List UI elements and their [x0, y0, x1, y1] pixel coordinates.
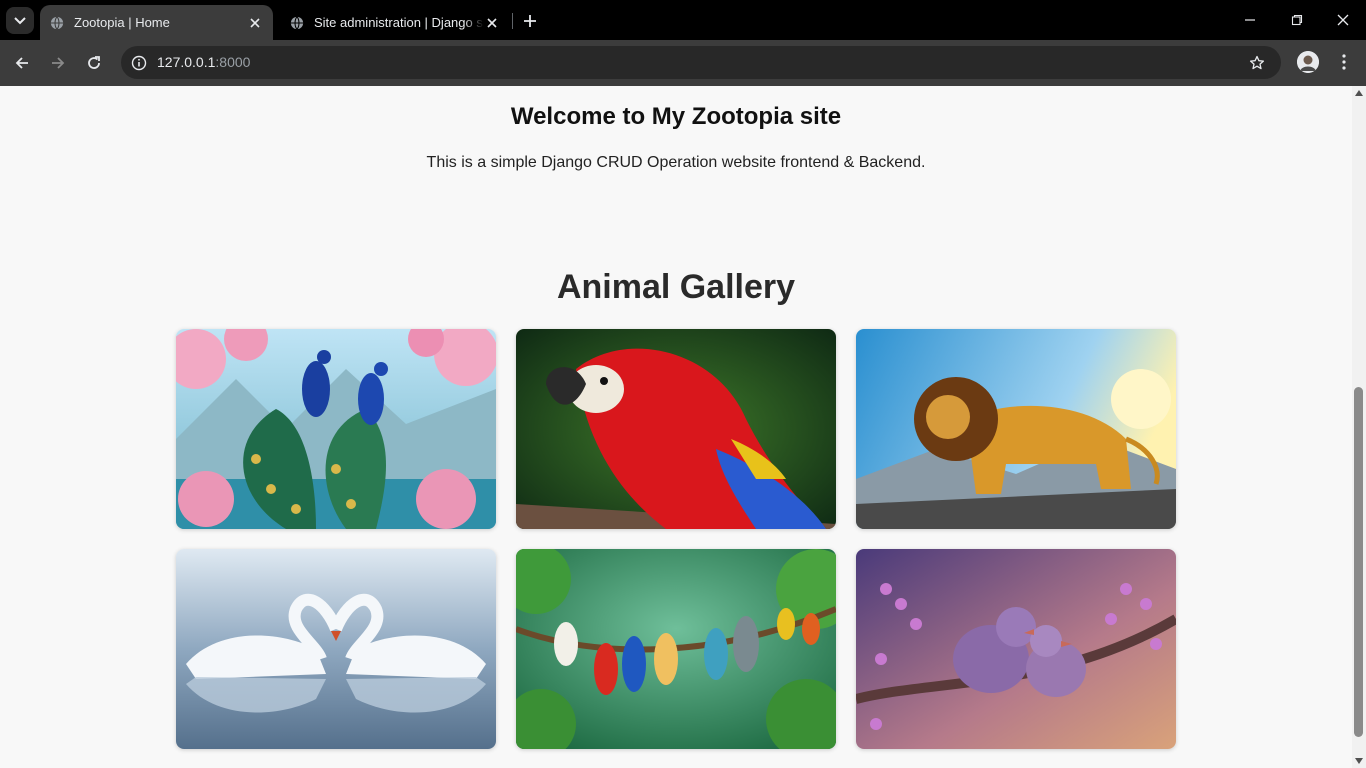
- bookmark-star-icon: [1249, 55, 1265, 70]
- peacock-pair-image: [176, 329, 496, 529]
- tab-strip: Zootopia | Home Site administration | Dj…: [0, 0, 1366, 40]
- profile-avatar[interactable]: [1297, 51, 1319, 73]
- gallery-card-peacocks[interactable]: [176, 329, 496, 529]
- scroll-up-arrow-icon[interactable]: [1355, 90, 1363, 96]
- new-tab-button[interactable]: [518, 9, 542, 33]
- close-tab-button[interactable]: [247, 15, 263, 31]
- url-text: 127.0.0.1:8000: [157, 54, 250, 70]
- address-bar[interactable]: 127.0.0.1:8000: [121, 46, 1281, 79]
- close-icon: [487, 17, 497, 28]
- browser-menu-button[interactable]: [1333, 51, 1355, 73]
- url-port: :8000: [215, 54, 251, 70]
- lovebirds-image: [856, 549, 1176, 749]
- site-info-icon: [131, 55, 146, 70]
- restore-icon: [1291, 14, 1303, 26]
- back-icon: [15, 57, 28, 69]
- chevron-down-icon: [14, 16, 26, 24]
- welcome-heading: Welcome to My Zootopia site: [510, 103, 842, 130]
- gallery-card-macaw[interactable]: [516, 329, 836, 529]
- site-info-button[interactable]: [129, 53, 148, 72]
- close-tab-button[interactable]: [484, 15, 500, 31]
- window-close-button[interactable]: [1331, 8, 1355, 32]
- page-scrollbar[interactable]: [1352, 86, 1366, 768]
- scrollbar-thumb[interactable]: [1354, 387, 1363, 737]
- minimize-button[interactable]: [1238, 8, 1262, 32]
- tab-title: Zootopia | Home: [74, 15, 170, 30]
- profile-icon: [1297, 51, 1319, 73]
- back-button[interactable]: [9, 50, 35, 76]
- browser-toolbar: 127.0.0.1:8000: [0, 40, 1366, 86]
- reload-button[interactable]: [81, 50, 107, 76]
- intro-text: This is a simple Django CRUD Operation w…: [426, 154, 926, 171]
- tab-title: Site administration | Django site admin: [314, 15, 484, 30]
- tab-site-administration[interactable]: Site administration | Django site admin: [280, 5, 510, 40]
- gallery-card-swans[interactable]: [176, 549, 496, 749]
- swans-heart-image: [176, 549, 496, 749]
- forward-button[interactable]: [45, 50, 71, 76]
- window-close-icon: [1337, 14, 1349, 26]
- tab-divider: [512, 13, 513, 29]
- globe-icon: [50, 16, 64, 29]
- kebab-menu-icon: [1342, 54, 1346, 70]
- close-icon: [250, 17, 260, 28]
- gallery-heading: Animal Gallery: [556, 268, 796, 306]
- gallery-card-lion[interactable]: [856, 329, 1176, 529]
- restore-button[interactable]: [1285, 8, 1309, 32]
- globe-icon: [290, 16, 304, 29]
- url-host: 127.0.0.1: [157, 54, 216, 70]
- lion-image: [856, 329, 1176, 529]
- reload-icon: [88, 56, 100, 69]
- tab-search-button[interactable]: [6, 7, 34, 34]
- gallery-card-parrots[interactable]: [516, 549, 836, 749]
- gallery-card-lovebirds[interactable]: [856, 549, 1176, 749]
- scroll-down-arrow-icon[interactable]: [1355, 758, 1363, 764]
- parrots-on-branch-image: [516, 549, 836, 749]
- plus-icon: [524, 15, 536, 27]
- scarlet-macaw-image: [516, 329, 836, 529]
- tab-zootopia-home[interactable]: Zootopia | Home: [40, 5, 273, 40]
- minimize-icon: [1245, 19, 1255, 21]
- forward-icon: [52, 57, 65, 69]
- page-viewport: Welcome to My Zootopia site This is a si…: [0, 86, 1352, 768]
- bookmark-button[interactable]: [1247, 53, 1267, 73]
